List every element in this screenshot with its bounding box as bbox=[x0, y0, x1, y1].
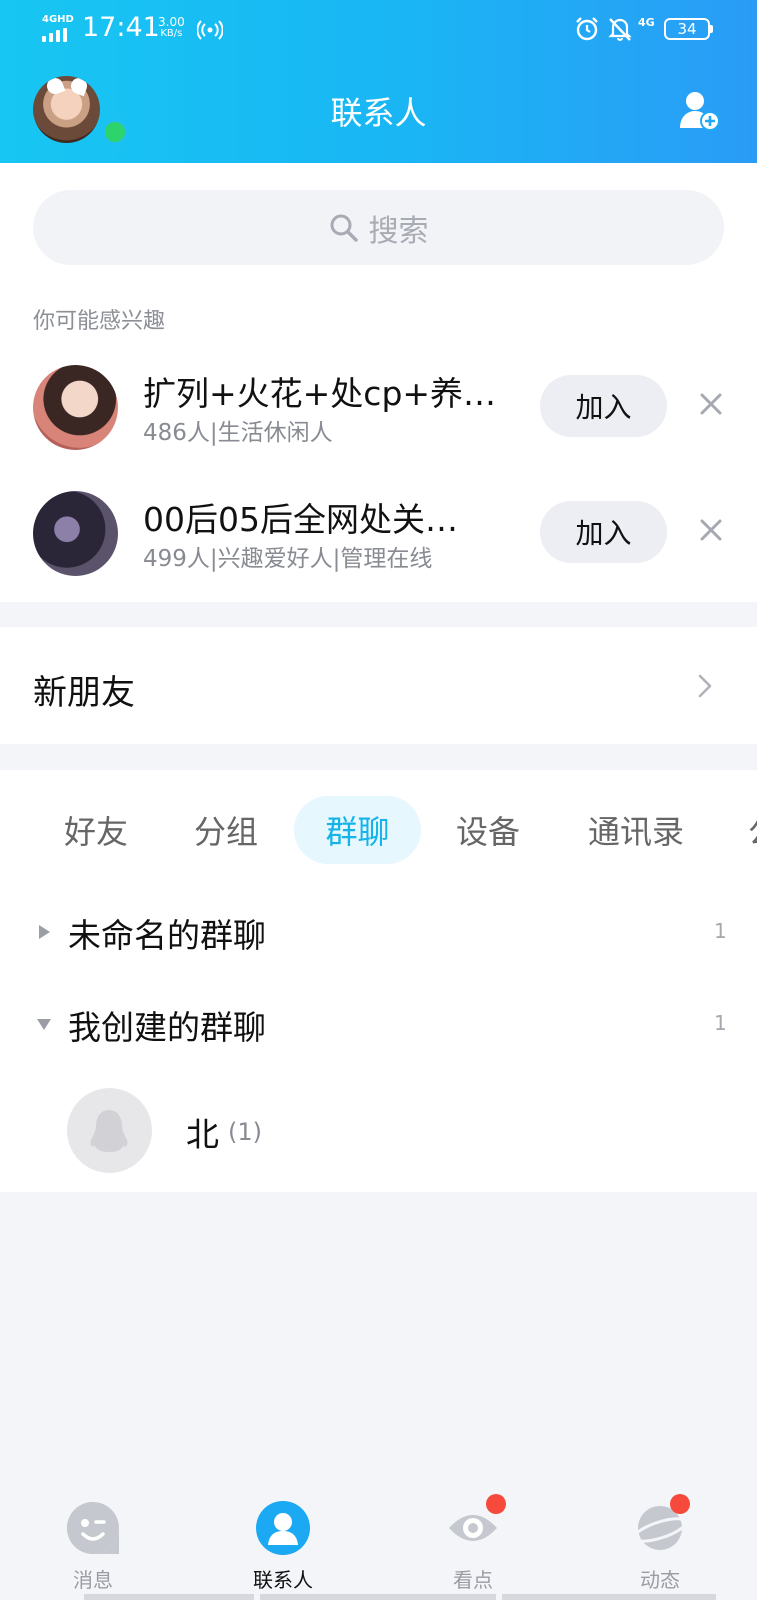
add-contact-icon[interactable] bbox=[678, 90, 720, 132]
speed-value: 3.00 bbox=[158, 15, 185, 29]
network-speed: 3.00 KB/s bbox=[158, 16, 185, 40]
triangle-right-icon bbox=[39, 925, 50, 939]
battery-level: 34 bbox=[677, 20, 697, 38]
tab-address-book[interactable]: 通讯录 bbox=[578, 796, 694, 864]
top-card: 搜索 你可能感兴趣 扩列+火花+处cp+养… 486人|生活休闲人 加入 00后… bbox=[0, 163, 757, 602]
page-title: 联系人 bbox=[330, 94, 427, 132]
recommend-section-label: 你可能感兴趣 bbox=[33, 309, 166, 334]
cell-signal-icon: 4GHD bbox=[42, 14, 76, 42]
nav-moments[interactable]: 动态 bbox=[610, 1494, 710, 1595]
network-type: 4GHD bbox=[42, 14, 74, 25]
nav-label: 动态 bbox=[640, 1568, 680, 1592]
status-time: 17:41 bbox=[82, 12, 160, 43]
join-button[interactable]: 加入 bbox=[540, 501, 667, 563]
status-bar: 4GHD 17:41 3.00 KB/s 4G 34 bbox=[0, 0, 757, 58]
gesture-bar bbox=[502, 1594, 716, 1600]
tab-group-chats[interactable]: 群聊 bbox=[294, 796, 421, 864]
tab-groups[interactable]: 分组 bbox=[178, 796, 274, 864]
nav-label: 消息 bbox=[73, 1568, 113, 1592]
join-button[interactable]: 加入 bbox=[540, 375, 667, 437]
recommend-name: 扩列+火花+处cp+养… bbox=[143, 374, 497, 413]
header: 4GHD 17:41 3.00 KB/s 4G 34 联系人 bbox=[0, 0, 757, 163]
contacts-screen: 4GHD 17:41 3.00 KB/s 4G 34 联系人 搜索 你可能感兴趣… bbox=[0, 0, 757, 1600]
tab-devices[interactable]: 设备 bbox=[440, 796, 536, 864]
tab-friends[interactable]: 好友 bbox=[48, 796, 144, 864]
triangle-down-icon bbox=[37, 1019, 51, 1030]
recommend-item[interactable]: 扩列+火花+处cp+养… 486人|生活休闲人 加入 bbox=[0, 365, 757, 485]
tab-public[interactable]: 公 bbox=[748, 796, 757, 864]
group-chat-member-count: (1) bbox=[228, 1118, 262, 1146]
recommend-desc: 486人|生活休闲人 bbox=[143, 420, 333, 446]
nav-messages[interactable]: 消息 bbox=[43, 1500, 143, 1595]
alarm-icon bbox=[576, 17, 598, 41]
recommend-item[interactable]: 00后05后全网处关… 499人|兴趣爱好人|管理在线 加入 bbox=[0, 491, 757, 611]
recommend-name: 00后05后全网处关… bbox=[143, 500, 458, 539]
group-section-title: 我创建的群聊 bbox=[68, 1008, 266, 1047]
gesture-bar bbox=[260, 1594, 496, 1600]
network-type-right: 4G bbox=[638, 16, 655, 29]
group-chat-item[interactable]: 北 (1) bbox=[0, 1088, 757, 1178]
group-avatar bbox=[33, 491, 118, 576]
nav-label: 看点 bbox=[453, 1568, 493, 1592]
search-bar[interactable]: 搜索 bbox=[33, 190, 724, 265]
nav-contacts[interactable]: 联系人 bbox=[233, 1500, 333, 1595]
nav-discover[interactable]: 看点 bbox=[423, 1494, 523, 1595]
new-friends-label: 新朋友 bbox=[33, 673, 135, 713]
battery-icon: 34 bbox=[664, 18, 714, 40]
search-placeholder: 搜索 bbox=[368, 213, 429, 249]
new-friends-row[interactable]: 新朋友 bbox=[0, 627, 757, 744]
bottom-nav: 消息 联系人 看点 动态 bbox=[0, 1482, 757, 1600]
hotspot-icon bbox=[197, 20, 223, 40]
group-section-count: 1 bbox=[714, 919, 727, 943]
mute-bell-icon bbox=[608, 18, 632, 41]
penguin-avatar bbox=[67, 1088, 152, 1173]
group-section-row[interactable]: 未命名的群聊 1 bbox=[0, 903, 757, 963]
chevron-right-icon bbox=[698, 674, 712, 698]
title-bar: 联系人 bbox=[0, 58, 757, 163]
groups-card: 好友 分组 群聊 设备 通讯录 公 未命名的群聊 1 我创建的群聊 1 bbox=[0, 770, 757, 1192]
gesture-bar bbox=[84, 1594, 254, 1600]
search-icon bbox=[330, 214, 358, 242]
message-icon bbox=[67, 1502, 119, 1554]
group-chat-name: 北 bbox=[186, 1115, 219, 1154]
contact-tabs: 好友 分组 群聊 设备 通讯录 公 bbox=[0, 796, 757, 864]
recommend-desc: 499人|兴趣爱好人|管理在线 bbox=[143, 546, 433, 572]
speed-unit: KB/s bbox=[160, 28, 183, 39]
penguin-icon bbox=[90, 1110, 128, 1152]
group-avatar bbox=[33, 365, 118, 450]
notification-badge bbox=[486, 1494, 506, 1514]
notification-badge bbox=[670, 1494, 690, 1514]
close-icon[interactable] bbox=[697, 516, 725, 544]
group-section-row[interactable]: 我创建的群聊 1 bbox=[0, 995, 757, 1055]
group-section-count: 1 bbox=[714, 1011, 727, 1035]
nav-label: 联系人 bbox=[253, 1568, 313, 1592]
group-section-title: 未命名的群聊 bbox=[68, 916, 266, 955]
contacts-icon bbox=[256, 1501, 310, 1555]
close-icon[interactable] bbox=[697, 390, 725, 418]
